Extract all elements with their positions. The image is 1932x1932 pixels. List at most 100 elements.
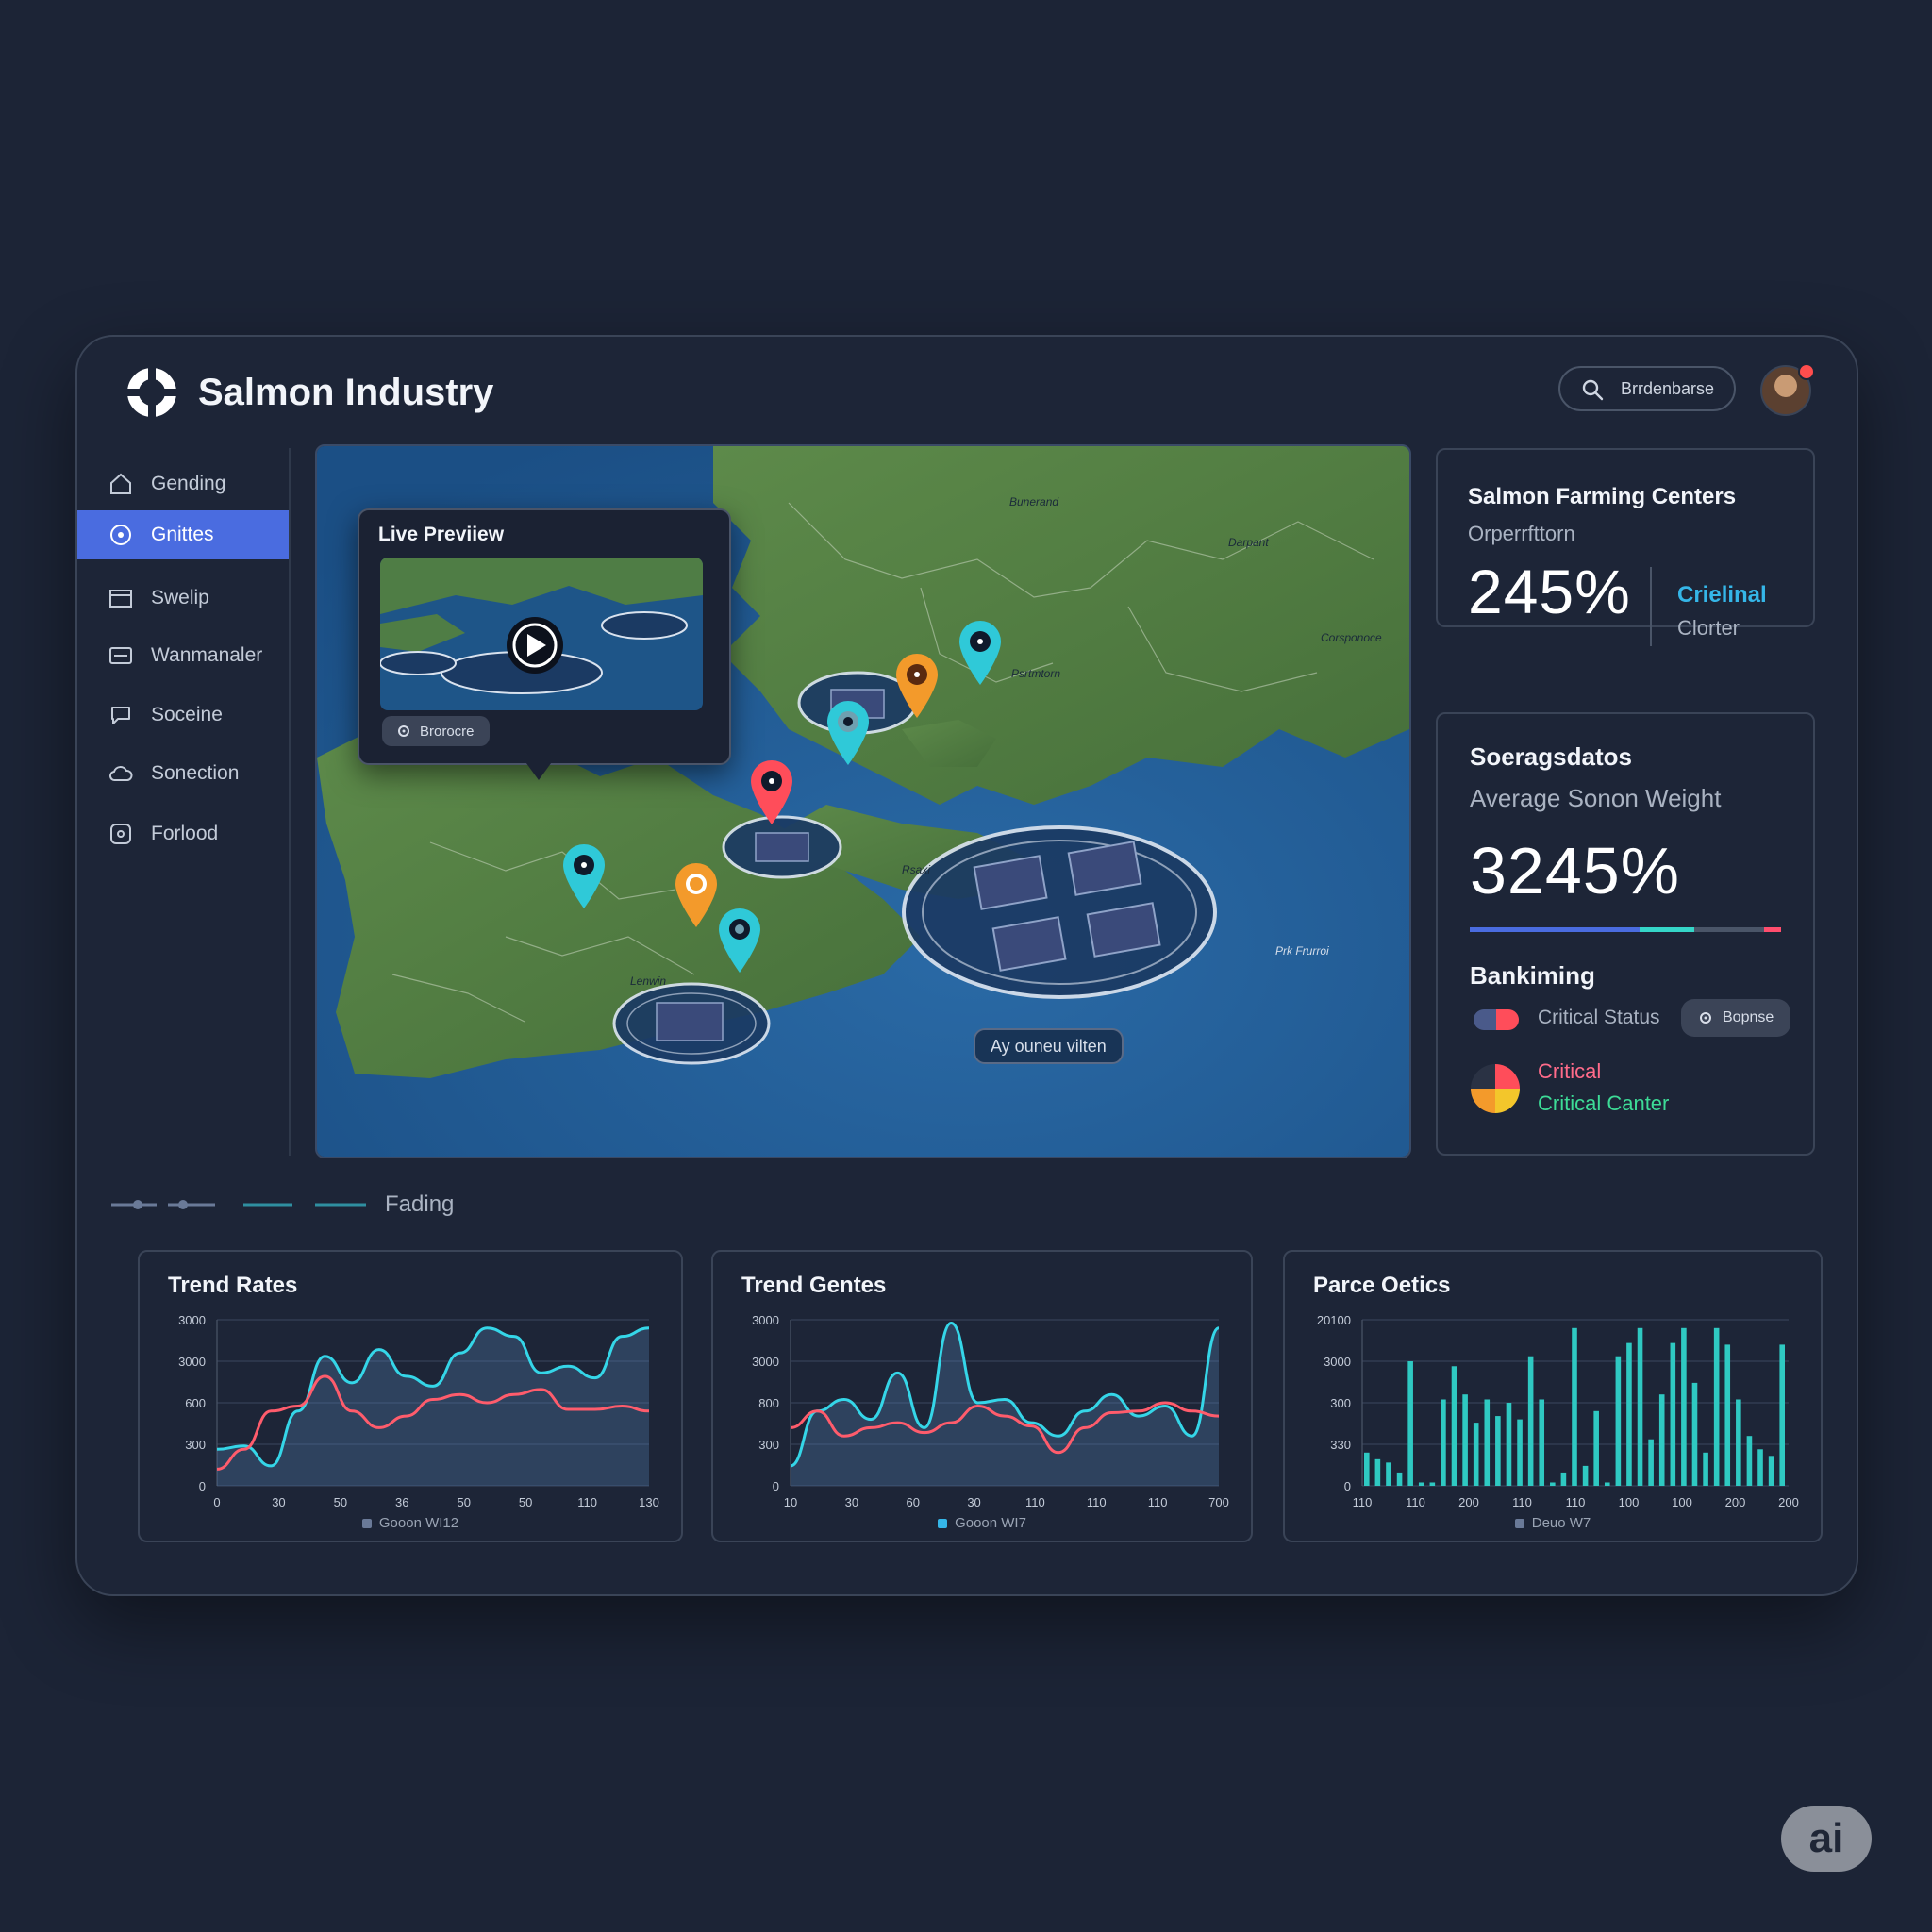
y-tick-label: 300 (758, 1438, 779, 1452)
bar (1691, 1382, 1698, 1486)
farm-ring-large (902, 825, 1217, 999)
x-tick-label: 36 (395, 1495, 408, 1509)
x-tick-label: 50 (457, 1495, 470, 1509)
x-tick-label: 110 (577, 1495, 597, 1509)
bar (1658, 1394, 1665, 1486)
sidebar-item-soceine[interactable]: Soceine (77, 691, 289, 740)
map-label: Bunerand (1009, 495, 1059, 508)
bar (1681, 1327, 1687, 1486)
bar (1637, 1327, 1643, 1486)
side-label: Clorter (1677, 616, 1740, 640)
folder-icon (108, 585, 134, 611)
sidebar-item-label: Forlood (151, 823, 219, 844)
bar (1560, 1472, 1567, 1486)
side-accent: Crielinal (1677, 582, 1767, 608)
gear-icon (398, 725, 409, 737)
sidebar-item-gending[interactable]: Gending (77, 459, 289, 508)
bar (1473, 1423, 1479, 1486)
trend-gentes-chart[interactable]: Trend Gentes 3000 3000 800 300 0 10 30 60 30 110 1… (711, 1250, 1253, 1542)
x-tick-label: 60 (906, 1495, 919, 1509)
status-button[interactable]: Bopnse (1681, 999, 1791, 1037)
status-button-label: Bopnse (1723, 1009, 1774, 1025)
bar (1757, 1449, 1763, 1486)
map-pin-icon[interactable] (747, 758, 796, 826)
bar (1572, 1327, 1577, 1486)
bar (1484, 1399, 1491, 1486)
map-overlay-tag[interactable]: Ay ouneu vilten (974, 1028, 1124, 1064)
map-label: Prk Frurroi (1275, 944, 1329, 958)
bar (1736, 1399, 1741, 1486)
x-tick-label: 110 (1148, 1495, 1168, 1509)
y-tick-label: 800 (758, 1396, 779, 1410)
x-tick-label: 200 (1725, 1495, 1746, 1509)
chart-plot: 3000300060030000 30 50 36 50 50 110 130 (178, 1313, 659, 1509)
x-tick-label: 30 (845, 1495, 858, 1509)
bar (1429, 1482, 1436, 1486)
bar (1626, 1342, 1632, 1486)
bar (1418, 1482, 1424, 1486)
trend-rates-chart[interactable]: Trend Rates 3000 3000 600 300 0 0 30 50 36 50 50 11… (138, 1250, 683, 1542)
sidebar-item-wanmanaler[interactable]: Wanmanaler (77, 631, 289, 680)
x-tick-label: 110 (1512, 1495, 1532, 1509)
bar (1495, 1416, 1501, 1486)
bar (1768, 1456, 1774, 1486)
x-tick-label: 200 (1778, 1495, 1799, 1509)
preview-thumbnail[interactable] (380, 558, 703, 710)
status-toggle[interactable] (1474, 1009, 1519, 1030)
x-tick-label: 50 (519, 1495, 532, 1509)
sidebar-item-forlood[interactable]: Forlood (77, 809, 289, 858)
weight-card: Soeragsdatos Average Sonon Weight 3245% … (1436, 712, 1815, 1156)
bar (1713, 1327, 1720, 1486)
sidebar-item-swelip[interactable]: Swelip (77, 574, 289, 623)
preview-image (380, 558, 703, 710)
x-tick-label: 110 (1087, 1495, 1107, 1509)
map-pin-icon[interactable] (559, 842, 608, 910)
map-pin-icon[interactable] (824, 699, 873, 767)
bar (1441, 1399, 1446, 1486)
y-tick-label: 330 (1330, 1438, 1351, 1452)
chart-plot: 30003000800300010 30 60 30 110 110 110 700 (752, 1313, 1229, 1509)
series-area (217, 1327, 649, 1486)
search-icon (1582, 379, 1604, 401)
card-subtitle: Orperrfttorn (1468, 522, 1575, 545)
parce-oetics-chart[interactable]: Parce Oetics 20100 3000 300 330 0 110 110 200 11… (1283, 1250, 1823, 1542)
x-tick-label: 200 (1458, 1495, 1479, 1509)
preview-title: Live Previiew (378, 524, 505, 545)
target-icon (108, 522, 134, 548)
sidebar-item-label: Gending (151, 473, 226, 494)
status-label: Critical Status (1538, 1007, 1660, 1028)
chart-legend: Deuo W7 (1285, 1515, 1821, 1531)
bar (1527, 1356, 1534, 1486)
map-pin-icon[interactable] (956, 619, 1005, 687)
map-pin-icon[interactable] (892, 652, 941, 720)
dashboard-window: Salmon Industry Brrdenbarse Gending Gnit… (75, 335, 1858, 1596)
map-pin-icon[interactable] (672, 861, 721, 929)
search-label: Brrdenbarse (1621, 379, 1715, 398)
bar (1386, 1462, 1391, 1486)
home-icon (108, 471, 134, 497)
card-value: 245% (1468, 557, 1631, 626)
bar (1374, 1458, 1381, 1486)
map-label: Lenwin (630, 974, 667, 988)
search-button[interactable]: Brrdenbarse (1558, 366, 1736, 411)
status-donut-icon (1471, 1064, 1520, 1113)
preview-button-label: Brorocre (420, 723, 475, 740)
farming-centers-card: Salmon Farming Centers Orperrfttorn 245%… (1436, 448, 1815, 646)
y-tick-label: 0 (199, 1479, 206, 1493)
x-tick-label: 30 (272, 1495, 285, 1509)
x-tick-label: 30 (967, 1495, 980, 1509)
y-tick-label: 3000 (1324, 1355, 1351, 1369)
sidebar-item-label: Wanmanaler (151, 644, 263, 666)
sidebar-item-sonection[interactable]: Sonection (77, 749, 289, 798)
ai-badge[interactable]: ai (1781, 1806, 1872, 1872)
y-tick-label: 300 (185, 1438, 206, 1452)
bar (1703, 1452, 1708, 1486)
map-label: Rsaxi (902, 863, 931, 876)
live-preview-popup[interactable]: Live Previiew Brorocre (358, 508, 731, 765)
sidebar-item-gnittes[interactable]: Gnittes (77, 510, 289, 559)
map-pin-icon[interactable] (715, 907, 764, 974)
preview-action-button[interactable]: Brorocre (382, 716, 490, 746)
sidebar-item-label: Soceine (151, 704, 223, 725)
map-label: Darpant (1228, 536, 1269, 549)
card-title: Soeragsdatos (1470, 742, 1632, 771)
